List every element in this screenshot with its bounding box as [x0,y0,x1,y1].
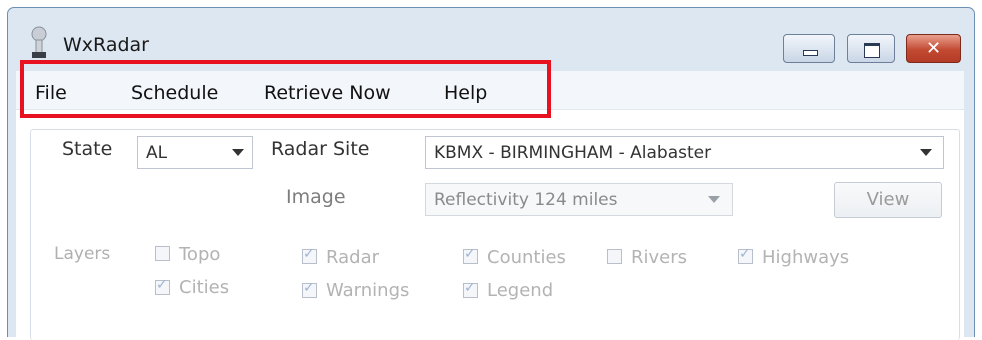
minimize-icon [803,50,818,56]
radar-tower-icon [31,26,47,58]
warnings-checkbox[interactable] [302,280,317,298]
maximize-icon [864,43,880,58]
counties-label: Counties [487,247,566,268]
radar-label: Radar [326,247,379,268]
close-icon: ✕ [925,38,942,59]
title-bar[interactable]: WxRadar ✕ [8,8,974,68]
topo-checkbox[interactable] [155,246,170,261]
cities-label: Cities [179,277,230,298]
view-button[interactable]: View [834,182,942,218]
menu-highlight-annotation [20,60,551,118]
radar-site-label: Radar Site [271,138,370,160]
radar-checkbox[interactable] [302,246,317,264]
maximize-button[interactable] [847,34,895,63]
state-select[interactable]: AL [137,136,253,169]
state-label: State [62,138,113,160]
state-value: AL [146,143,168,163]
layers-label: Layers [54,244,111,264]
warnings-label: Warnings [326,280,410,301]
topo-label: Topo [179,244,221,265]
minimize-button[interactable] [783,34,835,63]
close-button[interactable]: ✕ [906,34,961,63]
image-select[interactable]: Reflectivity 124 miles [425,183,733,216]
highways-label: Highways [762,247,850,268]
cities-checkbox[interactable] [155,277,170,295]
image-value: Reflectivity 124 miles [434,190,618,210]
window-title: WxRadar [63,34,149,56]
highways-checkbox[interactable] [738,246,753,264]
legend-checkbox[interactable] [463,280,478,298]
image-label: Image [286,186,346,208]
counties-checkbox[interactable] [463,246,478,264]
rivers-label: Rivers [631,247,688,268]
chevron-down-icon [920,149,932,156]
chevron-down-icon [232,149,244,156]
radar-site-select[interactable]: KBMX - BIRMINGHAM - Alabaster [425,136,944,169]
rivers-checkbox[interactable] [607,249,622,264]
chevron-down-icon [708,196,720,203]
radar-site-value: KBMX - BIRMINGHAM - Alabaster [434,143,712,163]
legend-label: Legend [487,280,554,301]
